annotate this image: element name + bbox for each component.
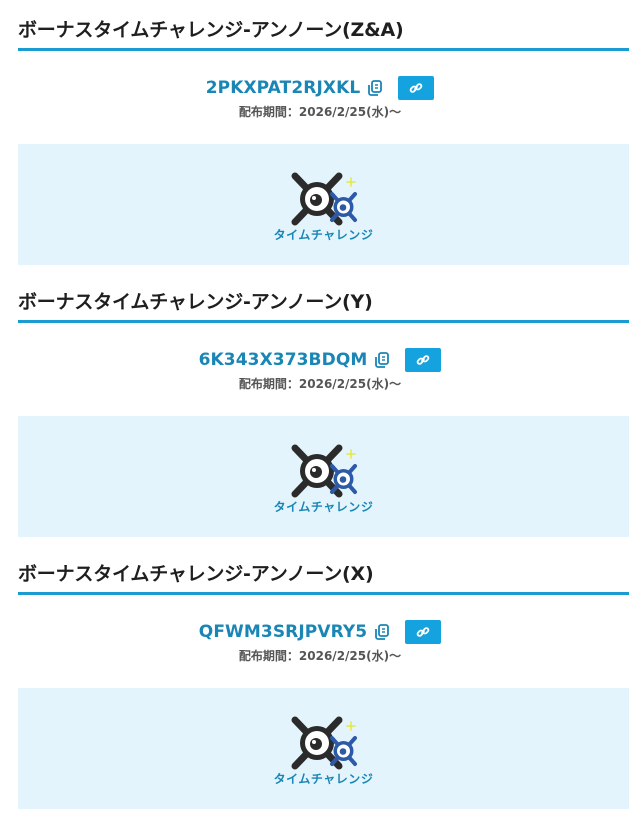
link-icon — [417, 355, 430, 365]
code-row: 2PKXPAT2RJXKL — [0, 76, 640, 100]
copy-icon[interactable] — [373, 623, 391, 641]
bonus-code-list: ボーナスタイムチャレンジ-アンノーン(Z&A) 2PKXPAT2RJXKL 配布… — [0, 0, 640, 816]
section-divider — [18, 592, 629, 595]
banner-label: タイムチャレンジ — [273, 772, 374, 786]
section-divider — [18, 48, 629, 51]
code-section: ボーナスタイムチャレンジ-アンノーン(X) QFWM3SRJPVRY5 配布期間… — [0, 544, 640, 816]
section-divider — [18, 320, 629, 323]
time-challenge-icon — [291, 444, 357, 498]
code-row: 6K343X373BDQM — [0, 348, 640, 372]
distribution-period: 配布期間：2026/2/25(水)〜 — [238, 649, 402, 663]
distribution-period: 配布期間：2026/2/25(水)〜 — [238, 105, 402, 119]
time-challenge-icon — [291, 172, 357, 226]
time-challenge-banner[interactable]: タイムチャレンジ — [18, 416, 629, 537]
section-title: ボーナスタイムチャレンジ-アンノーン(Y) — [18, 291, 373, 313]
share-link-button[interactable] — [405, 620, 442, 644]
share-link-button[interactable] — [405, 348, 442, 372]
code-row: QFWM3SRJPVRY5 — [0, 620, 640, 644]
copy-icon[interactable] — [373, 351, 391, 369]
redeem-code[interactable]: 6K343X373BDQM — [199, 350, 368, 370]
link-icon — [416, 627, 430, 637]
distribution-period: 配布期間：2026/2/25(水)〜 — [238, 377, 402, 391]
time-challenge-icon — [291, 716, 357, 770]
section-title: ボーナスタイムチャレンジ-アンノーン(X) — [18, 563, 374, 585]
share-link-button[interactable] — [398, 76, 435, 100]
time-challenge-banner[interactable]: タイムチャレンジ — [18, 688, 629, 809]
banner-label: タイムチャレンジ — [273, 228, 374, 242]
banner-label: タイムチャレンジ — [273, 500, 374, 514]
time-challenge-banner[interactable]: タイムチャレンジ — [18, 144, 629, 265]
section-title: ボーナスタイムチャレンジ-アンノーン(Z&A) — [18, 19, 404, 41]
copy-icon[interactable] — [366, 79, 384, 97]
link-icon — [409, 83, 423, 93]
redeem-code[interactable]: 2PKXPAT2RJXKL — [206, 78, 361, 98]
redeem-code[interactable]: QFWM3SRJPVRY5 — [199, 622, 367, 642]
code-section: ボーナスタイムチャレンジ-アンノーン(Z&A) 2PKXPAT2RJXKL 配布… — [0, 0, 640, 272]
code-section: ボーナスタイムチャレンジ-アンノーン(Y) 6K343X373BDQM 配布期間… — [0, 272, 640, 544]
